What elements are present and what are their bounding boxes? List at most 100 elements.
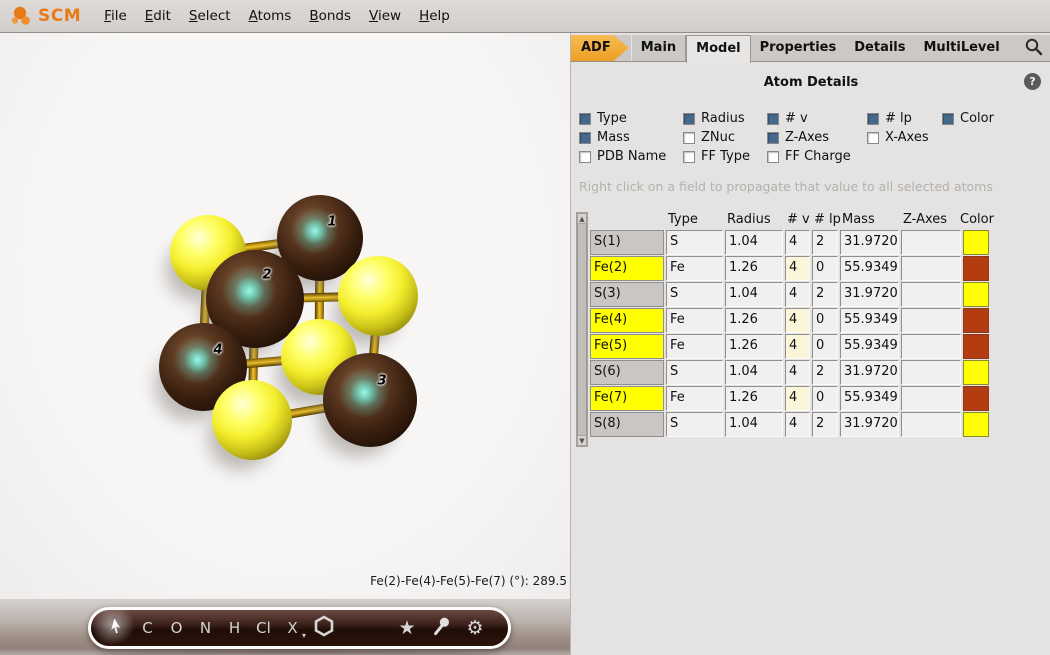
menu-select[interactable]: Select	[180, 8, 240, 24]
toggle-z-axes[interactable]: Z-Axes	[767, 130, 867, 145]
atom-row-label[interactable]: S(8)	[590, 412, 664, 437]
toggle-x-axes[interactable]: X-Axes	[867, 130, 942, 145]
molecule-viewer[interactable]: 1243 Fe(2)-Fe(4)-Fe(5)-Fe(7) (°): 289.5	[0, 33, 570, 598]
toggle-ff-type[interactable]: FF Type	[683, 149, 767, 164]
ring-tool[interactable]	[307, 615, 341, 641]
cell-valence[interactable]: 4	[785, 308, 810, 333]
cell-type[interactable]: Fe	[666, 334, 723, 359]
menu-view[interactable]: View	[360, 8, 410, 24]
tab-multilevel[interactable]: MultiLevel	[915, 35, 1009, 61]
scroll-down-icon[interactable]: ▼	[577, 435, 587, 446]
help-icon[interactable]: ?	[1024, 73, 1041, 90]
cell-color-swatch[interactable]	[963, 256, 989, 281]
pointer-tool[interactable]	[424, 616, 458, 640]
cell-type[interactable]: Fe	[666, 256, 723, 281]
cell-radius[interactable]: 1.26	[725, 308, 783, 333]
cell-radius[interactable]: 1.04	[725, 282, 783, 307]
menu-bonds[interactable]: Bonds	[300, 8, 360, 24]
cell-mass[interactable]: 55.93494	[840, 256, 899, 281]
cell-color-swatch[interactable]	[963, 334, 989, 359]
table-scrollbar[interactable]: ▲ ▼	[576, 212, 588, 447]
cell-mass[interactable]: 55.93494	[840, 334, 899, 359]
atom-row-label[interactable]: Fe(7)	[590, 386, 664, 411]
cell-zaxes[interactable]	[901, 256, 961, 281]
cell-color-swatch[interactable]	[963, 412, 989, 437]
cell-lonepairs[interactable]: 0	[812, 256, 838, 281]
element-c-button[interactable]: C	[133, 619, 162, 637]
scrollbar-thumb[interactable]	[577, 224, 587, 435]
cell-color-swatch[interactable]	[963, 386, 989, 411]
cell-type[interactable]: S	[666, 412, 723, 437]
cell-lonepairs[interactable]: 2	[812, 412, 838, 437]
cell-radius[interactable]: 1.26	[725, 256, 783, 281]
cell-radius[interactable]: 1.04	[725, 412, 783, 437]
menu-file[interactable]: File	[95, 8, 136, 24]
toggle-color[interactable]: Color	[942, 111, 1032, 126]
s-atom[interactable]	[212, 380, 292, 460]
cell-radius[interactable]: 1.26	[725, 334, 783, 359]
atom-row-label[interactable]: S(3)	[590, 282, 664, 307]
toggle-pdb-name[interactable]: PDB Name	[579, 149, 683, 164]
cell-lonepairs[interactable]: 0	[812, 334, 838, 359]
cell-color-swatch[interactable]	[963, 308, 989, 333]
cell-valence[interactable]: 4	[785, 230, 810, 255]
toggle-mass[interactable]: Mass	[579, 130, 683, 145]
tab-adf[interactable]: ADF	[571, 35, 629, 61]
toggle-ff-charge[interactable]: FF Charge	[767, 149, 867, 164]
cell-type[interactable]: S	[666, 360, 723, 385]
cell-valence[interactable]: 4	[785, 360, 810, 385]
select-tool[interactable]	[99, 616, 133, 640]
cell-color-swatch[interactable]	[963, 282, 989, 307]
cell-lonepairs[interactable]: 0	[812, 308, 838, 333]
tab-details[interactable]: Details	[845, 35, 914, 61]
cell-type[interactable]: Fe	[666, 308, 723, 333]
cell-mass[interactable]: 31.97207	[840, 282, 899, 307]
tab-main[interactable]: Main	[631, 35, 686, 61]
cell-type[interactable]: S	[666, 282, 723, 307]
element-o-button[interactable]: O	[162, 619, 191, 637]
cell-color-swatch[interactable]	[963, 230, 989, 255]
structures-tool[interactable]: ★	[390, 617, 424, 639]
cell-type[interactable]: S	[666, 230, 723, 255]
cell-valence[interactable]: 4	[785, 412, 810, 437]
cell-lonepairs[interactable]: 2	[812, 360, 838, 385]
element-h-button[interactable]: H	[220, 619, 249, 637]
search-icon[interactable]	[1024, 37, 1044, 57]
menu-edit[interactable]: Edit	[136, 8, 180, 24]
cell-zaxes[interactable]	[901, 308, 961, 333]
atom-row-label[interactable]: Fe(4)	[590, 308, 664, 333]
cell-zaxes[interactable]	[901, 412, 961, 437]
scroll-up-icon[interactable]: ▲	[577, 213, 587, 224]
toggle-znuc[interactable]: ZNuc	[683, 130, 767, 145]
element-n-button[interactable]: N	[191, 619, 220, 637]
cell-valence[interactable]: 4	[785, 256, 810, 281]
cell-radius[interactable]: 1.04	[725, 230, 783, 255]
atom-row-label[interactable]: Fe(2)	[590, 256, 664, 281]
cell-radius[interactable]: 1.26	[725, 386, 783, 411]
cell-mass[interactable]: 55.93494	[840, 386, 899, 411]
cell-radius[interactable]: 1.04	[725, 360, 783, 385]
cell-mass[interactable]: 31.97207	[840, 230, 899, 255]
cell-zaxes[interactable]	[901, 360, 961, 385]
cell-lonepairs[interactable]: 2	[812, 230, 838, 255]
atom-row-label[interactable]: Fe(5)	[590, 334, 664, 359]
cell-valence[interactable]: 4	[785, 386, 810, 411]
element-cl-button[interactable]: Cl	[249, 619, 278, 637]
menu-help[interactable]: Help	[410, 8, 459, 24]
s-atom[interactable]	[338, 256, 418, 336]
cell-lonepairs[interactable]: 0	[812, 386, 838, 411]
cell-lonepairs[interactable]: 2	[812, 282, 838, 307]
cell-mass[interactable]: 31.97207	[840, 412, 899, 437]
atom-row-label[interactable]: S(6)	[590, 360, 664, 385]
menu-atoms[interactable]: Atoms	[240, 8, 301, 24]
toggle-type[interactable]: Type	[579, 111, 683, 126]
cell-valence[interactable]: 4	[785, 282, 810, 307]
tab-properties[interactable]: Properties	[751, 35, 846, 61]
element-x-button[interactable]: X▾	[278, 619, 307, 637]
settings-tool[interactable]: ⚙	[458, 617, 492, 639]
cell-zaxes[interactable]	[901, 230, 961, 255]
cell-color-swatch[interactable]	[963, 360, 989, 385]
cell-type[interactable]: Fe	[666, 386, 723, 411]
cell-mass[interactable]: 31.97207	[840, 360, 899, 385]
toggle--lp[interactable]: # lp	[867, 111, 942, 126]
